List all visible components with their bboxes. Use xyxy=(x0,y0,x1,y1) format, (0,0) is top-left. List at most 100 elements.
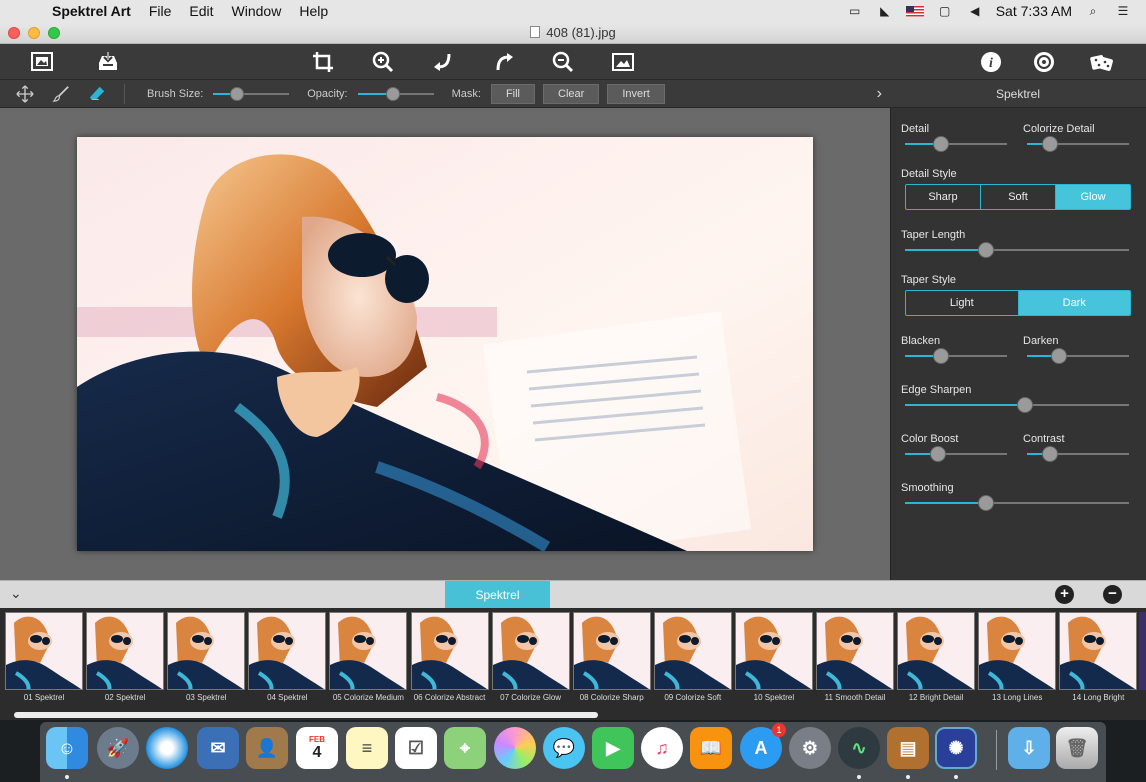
brush-size-slider-knob[interactable] xyxy=(230,86,245,101)
safari-icon[interactable]: ✦ xyxy=(146,727,188,769)
mask-fill-button[interactable]: Fill xyxy=(490,83,536,104)
notes-icon[interactable]: ≡ xyxy=(346,727,388,769)
taper-length-slider-knob[interactable] xyxy=(978,242,994,258)
color-boost-slider[interactable] xyxy=(905,446,1007,462)
display-icon[interactable]: ▭ xyxy=(846,4,864,18)
preset-thumbnail[interactable]: 11 Smooth Detail xyxy=(816,612,894,702)
calendar-icon[interactable]: FEB 4 xyxy=(296,727,338,769)
notification-center-icon[interactable]: ☰ xyxy=(1114,4,1132,18)
preset-thumbnail[interactable]: 08 Colorize Sharp xyxy=(572,612,651,702)
brush-tool-button[interactable] xyxy=(50,83,72,105)
taper-length-slider[interactable] xyxy=(905,242,1129,258)
preset-thumbnail[interactable]: 14 Long Bright xyxy=(1059,612,1138,702)
opacity-slider-knob[interactable] xyxy=(385,86,400,101)
facetime-icon[interactable]: ▶ xyxy=(592,727,634,769)
preset-thumbnail[interactable]: 02 Spektrel xyxy=(86,612,165,702)
messages-icon[interactable]: 💬 xyxy=(543,727,585,769)
rotate-left-button[interactable] xyxy=(429,48,457,76)
blacken-slider-knob[interactable] xyxy=(933,348,949,364)
taper-style-dark-option[interactable]: Dark xyxy=(1018,291,1130,315)
megaphone-icon[interactable]: ◣ xyxy=(876,4,894,18)
airplay-icon[interactable]: ▢ xyxy=(936,4,954,18)
ibooks-icon[interactable]: 📖 xyxy=(690,727,732,769)
zoom-in-button[interactable] xyxy=(369,48,397,76)
preset-thumbnail[interactable]: 04 Spektrel xyxy=(248,612,327,702)
save-image-button[interactable] xyxy=(94,48,122,76)
rotate-right-button[interactable] xyxy=(490,48,518,76)
colorize-detail-slider-knob[interactable] xyxy=(1042,136,1058,152)
zoom-out-button[interactable] xyxy=(549,48,577,76)
detail-style-glow-option[interactable]: Glow xyxy=(1056,185,1130,209)
app-store-icon[interactable]: A 1 xyxy=(740,723,786,769)
detail-slider-knob[interactable] xyxy=(933,136,949,152)
downloads-folder-icon[interactable]: ⇩ xyxy=(1008,727,1050,769)
contrast-slider[interactable] xyxy=(1027,446,1129,462)
brush-size-slider[interactable] xyxy=(213,86,290,101)
eraser-tool-button[interactable] xyxy=(86,83,108,105)
preset-thumbnail[interactable]: 09 Colorize Soft xyxy=(653,612,732,702)
taper-style-light-option[interactable]: Light xyxy=(906,291,1019,315)
image-canvas-area[interactable] xyxy=(0,108,890,580)
maps-icon[interactable]: ⌖ xyxy=(444,727,486,769)
finder-icon[interactable]: ☺ xyxy=(46,727,88,769)
detail-style-soft-option[interactable]: Soft xyxy=(981,185,1056,209)
opacity-slider[interactable] xyxy=(357,86,434,101)
chevron-right-icon[interactable]: › xyxy=(877,85,882,103)
edge-sharpen-slider-knob[interactable] xyxy=(1017,397,1033,413)
mail-icon[interactable]: ✉ xyxy=(197,727,239,769)
menu-clock[interactable]: Sat 7:33 AM xyxy=(996,3,1072,19)
info-button[interactable]: i xyxy=(977,48,1005,76)
colorize-detail-slider[interactable] xyxy=(1027,136,1129,152)
preset-thumbnail[interactable]: 01 Spektrel xyxy=(5,612,83,702)
archive-utility-icon[interactable]: ▤ xyxy=(887,727,929,769)
blacken-slider[interactable] xyxy=(905,348,1007,364)
darken-slider-knob[interactable] xyxy=(1051,348,1067,364)
edge-sharpen-slider[interactable] xyxy=(905,397,1129,413)
open-image-button[interactable] xyxy=(28,48,56,76)
darken-slider[interactable] xyxy=(1027,348,1129,364)
preset-thumbnail-partial[interactable] xyxy=(1139,612,1146,690)
preset-thumbnail[interactable]: 07 Colorize Glow xyxy=(491,612,570,702)
crop-button[interactable] xyxy=(309,48,337,76)
edited-photo[interactable] xyxy=(77,137,813,551)
volume-icon[interactable]: ◀ xyxy=(966,4,984,18)
menu-edit[interactable]: Edit xyxy=(180,3,222,19)
system-preferences-icon[interactable]: ⚙ xyxy=(789,727,831,769)
collapse-chevron-icon[interactable]: ⌄ xyxy=(10,585,22,602)
menu-file[interactable]: File xyxy=(140,3,181,19)
trash-icon[interactable]: 🗑 xyxy=(1056,727,1098,769)
preset-thumbnail[interactable]: 05 Colorize Medium xyxy=(329,612,408,702)
detail-slider[interactable] xyxy=(905,136,1007,152)
add-preset-button[interactable]: + xyxy=(1055,585,1074,604)
spektrel-art-icon[interactable]: ✺ xyxy=(935,727,977,769)
preset-thumbnail[interactable]: 12 Bright Detail xyxy=(897,612,976,702)
fit-to-window-button[interactable] xyxy=(609,48,637,76)
detail-style-sharp-option[interactable]: Sharp xyxy=(906,185,981,209)
settings-button[interactable] xyxy=(1030,48,1058,76)
preset-thumbnail[interactable]: 06 Colorize Abstract xyxy=(410,612,489,702)
reminders-icon[interactable]: ☑ xyxy=(395,727,437,769)
photos-icon[interactable] xyxy=(494,727,536,769)
preset-thumbnail[interactable]: 10 Spektrel xyxy=(734,612,813,702)
smoothing-slider-knob[interactable] xyxy=(978,495,994,511)
mask-clear-button[interactable]: Clear xyxy=(543,83,600,104)
color-boost-slider-knob[interactable] xyxy=(930,446,946,462)
preset-category-tab[interactable]: Spektrel xyxy=(445,581,550,608)
remove-preset-button[interactable]: − xyxy=(1103,585,1122,604)
randomize-button[interactable] xyxy=(1088,48,1116,76)
menu-app-name[interactable]: Spektrel Art xyxy=(42,3,140,19)
itunes-icon[interactable]: ♫ xyxy=(641,727,683,769)
input-source-flag-icon[interactable] xyxy=(905,5,924,17)
mask-invert-button[interactable]: Invert xyxy=(607,83,665,104)
activity-monitor-icon[interactable]: ∿ xyxy=(838,727,880,769)
pan-tool-button[interactable] xyxy=(14,83,36,105)
menu-help[interactable]: Help xyxy=(290,3,337,19)
preset-thumbnail[interactable]: 03 Spektrel xyxy=(167,612,246,702)
contacts-icon[interactable]: 👤 xyxy=(246,727,288,769)
preset-thumbnail[interactable]: 13 Long Lines xyxy=(978,612,1057,702)
contrast-slider-knob[interactable] xyxy=(1042,446,1058,462)
spotlight-search-icon[interactable]: ⌕ xyxy=(1084,4,1102,18)
smoothing-slider[interactable] xyxy=(905,495,1129,511)
preset-horizontal-scrollbar[interactable] xyxy=(14,712,598,718)
menu-window[interactable]: Window xyxy=(223,3,291,19)
